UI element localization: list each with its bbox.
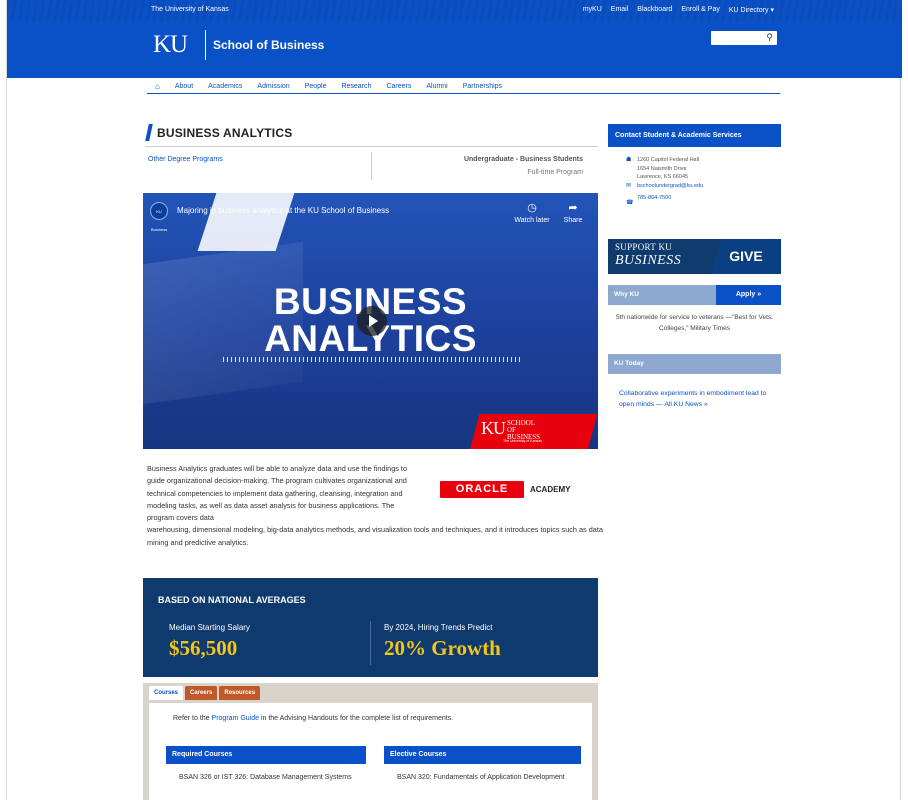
badge-school: SCHOOL OF BUSINESS [507, 419, 541, 441]
nav-item-academics[interactable]: Academics [208, 83, 242, 90]
academy-label: ACADEMY [530, 485, 571, 494]
description-part-1: Business Analytics graduates will be abl… [147, 464, 408, 523]
elective-course-item: BSAN 320: Fundamentals of Application De… [397, 774, 565, 781]
ku-today-news-link[interactable]: Collaborative experiments in embodiment … [619, 389, 779, 410]
tab-list: Courses Careers Resources [149, 686, 261, 700]
site-header: The University of Kansas myKU Email Blac… [7, 0, 902, 78]
stats-panel: BASED ON NATIONAL AVERAGES Median Starti… [143, 578, 598, 677]
search-input[interactable]: ⚲ [711, 31, 777, 45]
util-link-blackboard[interactable]: Blackboard [637, 6, 672, 14]
other-programs-link[interactable]: Other Degree Programs [148, 156, 223, 163]
channel-avatar[interactable]: KU Business [150, 202, 168, 232]
ku-today-heading: KU Today [608, 354, 781, 374]
salary-label: Median Starting Salary [169, 623, 250, 632]
share-label: Share [563, 217, 583, 224]
stats-divider [370, 621, 371, 665]
program-guide-link[interactable]: Program Guide [212, 715, 259, 722]
building-icon: ☗ [626, 157, 632, 163]
apply-button[interactable]: Apply » [716, 285, 781, 305]
watch-later-label: Watch later [514, 217, 550, 224]
support-label: SUPPORT KU [615, 242, 673, 252]
university-link[interactable]: The University of Kansas [151, 6, 229, 13]
watch-later-button[interactable]: ◷ Watch later [510, 201, 554, 224]
util-link-myku[interactable]: myKU [583, 6, 602, 14]
search-icon[interactable]: ⚲ [766, 32, 773, 43]
courses-panel: Refer to the Program Guide in the Advisi… [149, 703, 592, 800]
badge-university: The University of Kansas [503, 439, 542, 443]
growth-label: By 2024, Hiring Trends Predict [384, 623, 493, 632]
refer-prefix: Refer to the [173, 715, 212, 722]
address-line-1: 1260 Capitol Federal Hall [637, 157, 700, 163]
tab-careers[interactable]: Careers [185, 686, 218, 700]
contact-phone-link[interactable]: 785-864-7500 [637, 194, 703, 203]
ku-badge: KU SCHOOL OF BUSINESS The University of K… [481, 418, 542, 443]
elective-courses-heading: Elective Courses [384, 746, 581, 764]
oracle-logo: ORACLE [440, 481, 524, 498]
stats-heading: BASED ON NATIONAL AVERAGES [158, 595, 306, 605]
program-guide-note: Refer to the Program Guide in the Advisi… [173, 715, 453, 722]
address-line-2: 1654 Naismith Drive [637, 165, 687, 172]
main-nav: ⌂ About Academics Admission People Resea… [147, 80, 780, 94]
nav-item-admission[interactable]: Admission [257, 83, 289, 90]
salary-value: $56,500 [169, 636, 238, 660]
contact-email-link[interactable]: bschoolundergrad@ku.edu [637, 182, 703, 191]
growth-value: 20% Growth [384, 636, 501, 660]
salary-stat: Median Starting Salary $56,500 [169, 623, 250, 661]
address-line-3: Lawrence, KS 66045 [637, 174, 689, 180]
play-button[interactable] [357, 306, 387, 336]
share-icon: ➦ [568, 202, 578, 214]
logo-divider [205, 30, 206, 60]
tab-resources[interactable]: Resources [219, 686, 261, 700]
why-ku-fact: 5th nationwide for service to veterans —… [616, 314, 773, 332]
contact-info: 1260 Capitol Federal Hall 1654 Naismith … [637, 156, 703, 203]
program-description: Business Analytics graduates will be abl… [147, 463, 605, 549]
nav-item-partnerships[interactable]: Partnerships [463, 83, 502, 90]
video-tick-stripe [223, 357, 523, 362]
utility-nav: myKU Email Blackboard Enroll & Pay KU Di… [583, 6, 774, 14]
tabs-container: Courses Careers Resources Refer to the P… [143, 683, 598, 800]
description-part-2: warehousing, dimensional modeling, big-d… [147, 525, 603, 547]
business-label: BUSINESS [615, 253, 682, 268]
home-icon[interactable]: ⌂ [155, 82, 160, 91]
degree-divider [371, 152, 372, 180]
nav-item-people[interactable]: People [305, 83, 327, 90]
give-banner[interactable]: SUPPORT KU BUSINESS GIVE [608, 239, 781, 274]
util-link-email[interactable]: Email [611, 6, 629, 14]
util-link-enroll[interactable]: Enroll & Pay [681, 6, 720, 14]
share-button[interactable]: ➦ Share [558, 201, 588, 224]
required-courses-heading: Required Courses [166, 746, 366, 764]
tab-courses[interactable]: Courses [149, 686, 184, 700]
badge-logo: KU [481, 418, 506, 438]
nav-item-research[interactable]: Research [341, 83, 371, 90]
util-link-directory[interactable]: KU Directory ▾ [729, 6, 774, 14]
degree-level: Undergraduate - Business Students [463, 156, 583, 163]
why-ku-heading: Why KU [608, 285, 716, 305]
required-course-item: BSAN 326 or IST 326: Database Management… [179, 774, 352, 781]
video-player[interactable]: KU Business Majoring in business analyti… [143, 193, 598, 449]
video-title[interactable]: Majoring in business analytics at the KU… [177, 206, 389, 215]
clock-icon: ◷ [527, 202, 537, 214]
ku-logo[interactable]: KU [153, 31, 188, 59]
page-title: BUSINESS ANALYTICS [157, 126, 293, 140]
school-name[interactable]: School of Business [213, 38, 324, 52]
growth-stat: By 2024, Hiring Trends Predict 20% Growt… [384, 623, 501, 661]
contact-heading: Contact Student & Academic Services [608, 124, 781, 147]
nav-item-about[interactable]: About [175, 83, 193, 90]
give-button[interactable]: GIVE [711, 239, 781, 274]
nav-item-careers[interactable]: Careers [386, 83, 411, 90]
nav-item-alumni[interactable]: Alumni [426, 83, 447, 90]
email-icon: ✉ [626, 183, 632, 189]
phone-icon: ☎ [626, 200, 634, 206]
page-frame: The University of Kansas myKU Email Blac… [6, 0, 902, 800]
degree-type: Full-time Program [527, 169, 583, 176]
refer-suffix: in the Advising Handouts for the complet… [259, 715, 454, 722]
